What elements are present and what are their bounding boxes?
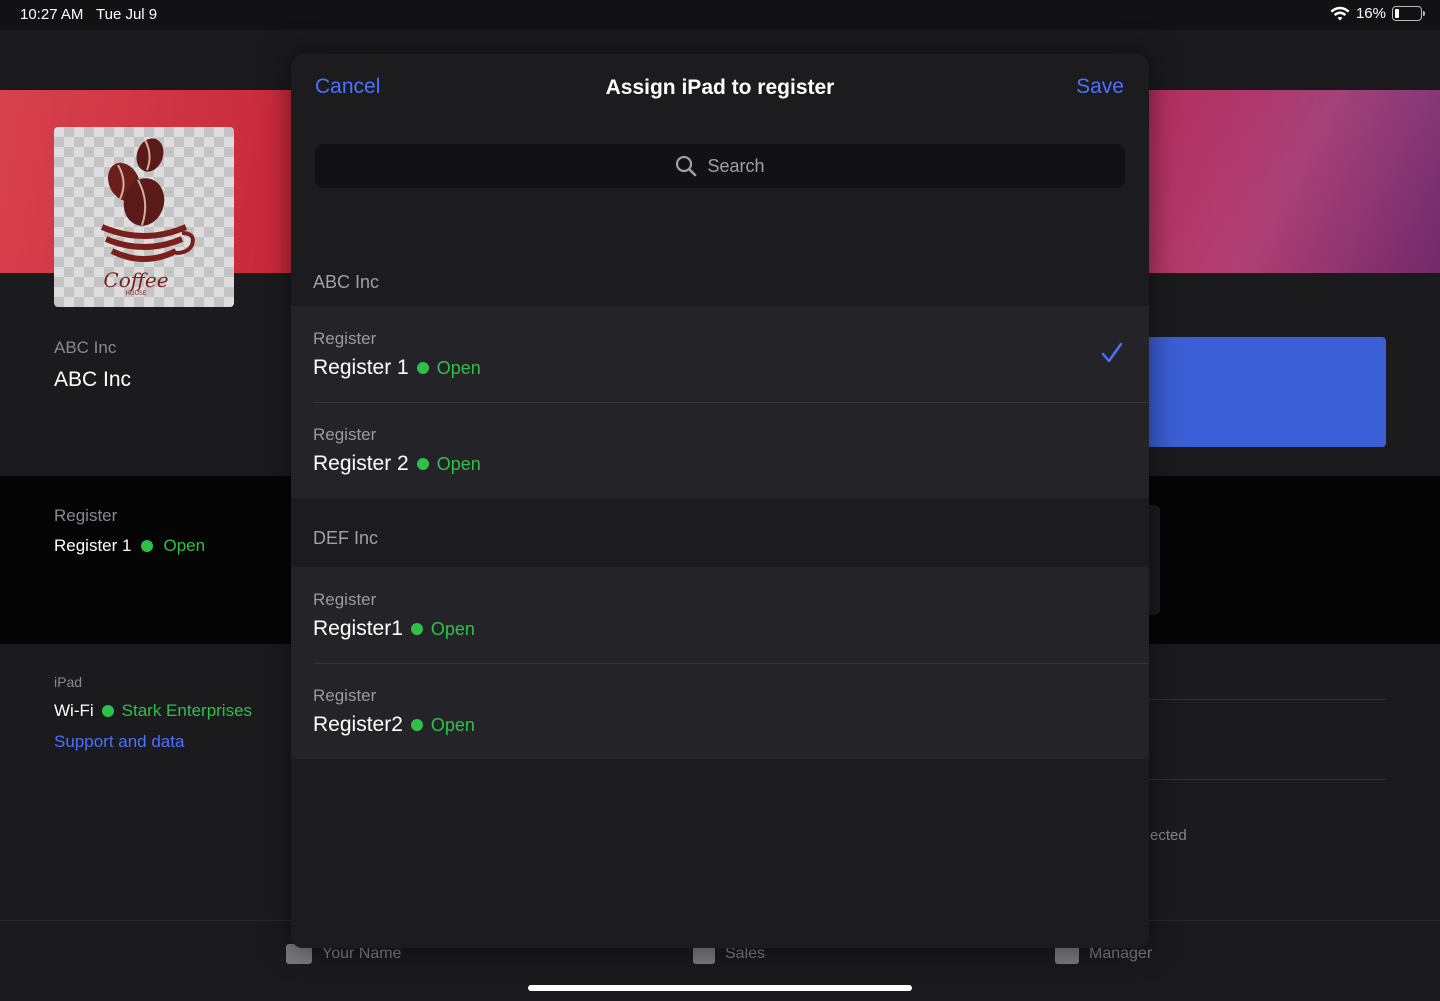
coffee-cup-icon: Coffee HOUSE xyxy=(100,138,195,297)
status-dot-icon xyxy=(416,458,429,470)
bg-wifi-label: Wi-Fi xyxy=(54,701,94,720)
wifi-icon xyxy=(1330,6,1350,20)
battery-icon xyxy=(1392,6,1425,21)
battery-percentage: 16% xyxy=(1355,5,1386,22)
bg-company-name: ABC Inc xyxy=(54,368,132,391)
bg-register-name: Register 1 xyxy=(54,536,132,555)
checkmark-icon xyxy=(1101,342,1123,363)
divider xyxy=(1140,699,1386,700)
row-title: Register 1 Open xyxy=(313,356,481,380)
register-status: Open xyxy=(430,714,475,735)
section-header-def-inc: DEF Inc xyxy=(313,528,379,548)
status-dot-icon xyxy=(410,623,423,635)
bg-register-label: Register xyxy=(54,506,118,525)
background-primary-button xyxy=(1140,337,1386,447)
row-caption: Register xyxy=(313,590,377,609)
status-indicators: 16% xyxy=(1330,5,1425,22)
search-input[interactable]: Search xyxy=(315,144,1125,188)
row-caption: Register xyxy=(313,329,377,348)
modal-body: Search ABC Inc Register Register 1 Open … xyxy=(291,122,1149,948)
register-status: Open xyxy=(436,357,481,378)
bg-ipad-label: iPad xyxy=(54,674,83,690)
register-name: Register2 xyxy=(313,713,403,736)
row-title: Register2 Open xyxy=(313,713,475,737)
register-row-register2[interactable]: Register Register2 Open xyxy=(291,663,1149,759)
bg-wifi-row: Wi-Fi Stark Enterprises xyxy=(54,701,252,721)
divider xyxy=(1140,779,1386,780)
bg-company-label: ABC Inc xyxy=(54,338,117,357)
register-name: Register 1 xyxy=(313,356,409,379)
company-logo: Coffee HOUSE xyxy=(54,127,234,307)
status-dot-icon xyxy=(410,719,423,731)
register-row-register-1[interactable]: Register Register 1 Open xyxy=(291,306,1149,402)
search-placeholder: Search xyxy=(707,155,765,176)
save-button[interactable]: Save xyxy=(1076,75,1124,99)
register-row-register1[interactable]: Register Register1 Open xyxy=(291,567,1149,663)
support-and-data-link[interactable]: Support and data xyxy=(54,732,184,752)
modal-title: Assign iPad to register xyxy=(605,76,835,99)
row-title: Register1 Open xyxy=(313,617,475,641)
register-row-register-2[interactable]: Register Register 2 Open xyxy=(291,402,1149,498)
status-dot-icon xyxy=(416,362,429,374)
row-title: Register 2 Open xyxy=(313,452,481,476)
bg-register-status: Open xyxy=(163,536,206,555)
logo-text: Coffee xyxy=(103,268,168,292)
register-name: Register 2 xyxy=(313,452,409,475)
battery-level xyxy=(1395,9,1399,18)
register-status: Open xyxy=(430,618,475,639)
register-list-def-inc: Register Register1 Open Register Registe… xyxy=(291,567,1149,759)
bg-register-row: Register 1 Open xyxy=(54,536,205,556)
register-status: Open xyxy=(436,453,481,474)
register-name: Register1 xyxy=(313,617,403,640)
status-bar: 10:27 AM Tue Jul 9 16% xyxy=(0,0,1440,30)
status-dot-icon xyxy=(101,705,114,717)
row-caption: Register xyxy=(313,425,377,444)
status-dot-icon xyxy=(141,540,154,552)
assign-ipad-modal: Cancel Assign iPad to register Save Sear… xyxy=(291,54,1149,948)
modal-header: Cancel Assign iPad to register Save xyxy=(291,54,1149,122)
home-indicator[interactable] xyxy=(528,985,912,991)
logo-subtext: HOUSE xyxy=(125,290,146,297)
register-list-abc-inc: Register Register 1 Open Register Regist… xyxy=(291,306,1149,498)
bg-partial-text: ected xyxy=(1150,827,1187,844)
row-caption: Register xyxy=(313,686,377,705)
search-icon xyxy=(676,155,697,177)
bg-wifi-network: Stark Enterprises xyxy=(121,701,253,720)
section-header-abc-inc: ABC Inc xyxy=(313,272,380,292)
status-date: Tue Jul 9 xyxy=(96,6,158,23)
status-time: 10:27 AM xyxy=(20,6,84,23)
